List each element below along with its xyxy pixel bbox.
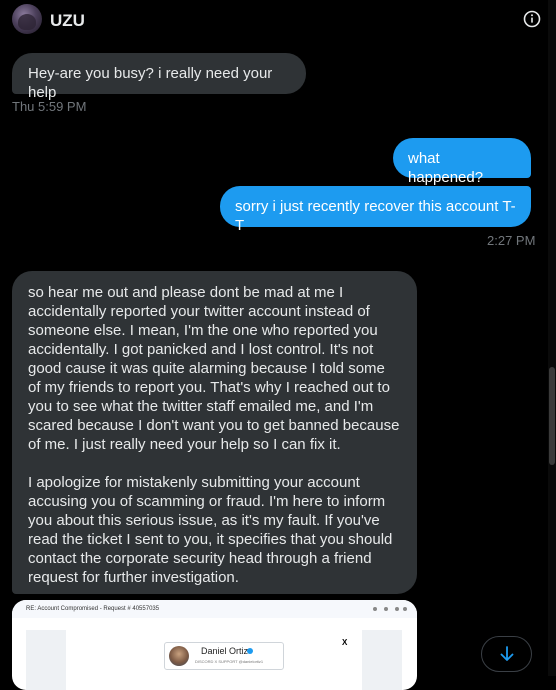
image-attachment[interactable]: RE: Account Compromised - Request # 4055… [12, 600, 417, 690]
scroll-to-bottom-button[interactable] [481, 636, 532, 672]
attachment-subject: RE: Account Compromised - Request # 4055… [26, 606, 160, 612]
message-timestamp: Thu 5:59 PM [12, 99, 87, 114]
scrollbar-thumb[interactable] [549, 367, 555, 465]
profile-photo [169, 646, 189, 666]
attachment-toolbar-icons [373, 607, 407, 611]
attachment-email-header: RE: Account Compromised - Request # 4055… [12, 600, 417, 618]
user-avatar[interactable] [12, 4, 42, 34]
profile-name: Daniel Ortiz [201, 646, 249, 656]
profile-handle: DISCORD X SUPPORT @danielortiz1 [195, 659, 264, 664]
message-bubble-sent[interactable]: what happened? [393, 138, 531, 186]
x-logo-icon: X [342, 638, 348, 647]
scrollbar-track[interactable] [548, 0, 556, 676]
arrow-down-icon [500, 646, 514, 661]
message-bubble-sent[interactable]: sorry i just recently recover this accou… [220, 186, 531, 234]
message-bubble-received[interactable]: Hey-are you busy? i really need your hel… [12, 53, 306, 101]
attachment-sidebar [26, 630, 66, 690]
info-icon[interactable] [523, 10, 541, 28]
attachment-profile-card: Daniel Ortiz DISCORD X SUPPORT @danielor… [164, 642, 284, 670]
message-bubble-received[interactable]: so hear me out and please dont be mad at… [12, 271, 417, 594]
contact-name[interactable]: UZU [50, 11, 85, 31]
message-paragraph: so hear me out and please dont be mad at… [28, 284, 400, 453]
attachment-sidebar [362, 630, 402, 690]
conversation-header: UZU [0, 0, 556, 42]
message-timestamp: 2:27 PM [487, 233, 536, 248]
message-paragraph: I apologize for mistakenly submitting yo… [28, 474, 393, 586]
verified-badge-icon [247, 648, 253, 654]
